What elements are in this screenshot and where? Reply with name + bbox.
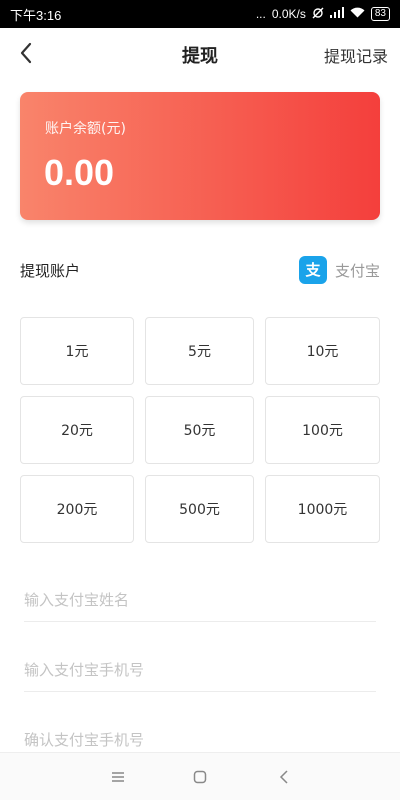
back-nav-button[interactable] <box>274 767 294 787</box>
alipay-label: 支付宝 <box>334 261 380 280</box>
system-nav-bar <box>0 752 400 800</box>
status-time: 下午3:16 <box>10 7 62 23</box>
home-icon <box>193 770 207 784</box>
alipay-phone-input[interactable] <box>24 652 376 688</box>
signal-icon <box>329 7 344 21</box>
withdraw-record-link[interactable]: 提现记录 <box>324 43 388 67</box>
balance-card: 账户余额(元) 0.00 <box>20 92 380 220</box>
amount-option[interactable]: 10元 <box>265 317 380 385</box>
status-dots: ... <box>255 7 266 21</box>
menu-icon <box>112 772 124 782</box>
battery-icon: 83 <box>370 7 390 21</box>
alipay-option[interactable]: 支 支付宝 <box>298 256 380 284</box>
alipay-name-input[interactable] <box>24 582 376 618</box>
amount-option[interactable]: 100元 <box>265 396 380 464</box>
alipay-name-field <box>24 582 376 622</box>
balance-label: 账户余额(元) <box>45 121 126 137</box>
status-icons: ... 0.0K/s 83 <box>256 7 390 22</box>
amount-option[interactable]: 50元 <box>145 396 254 464</box>
amount-option[interactable]: 200元 <box>20 475 134 543</box>
amount-grid: 1元 5元 10元 20元 50元 100元 200元 500元 1000元 <box>20 317 380 543</box>
amount-option[interactable]: 1000元 <box>265 475 380 543</box>
menu-button[interactable] <box>108 767 128 787</box>
status-bar: 下午3:16 ... 0.0K/s 83 <box>0 0 400 28</box>
withdraw-account-label: 提现账户 <box>20 261 81 280</box>
back-icon <box>279 770 288 784</box>
home-button[interactable] <box>190 767 210 787</box>
withdraw-account-row: 提现账户 支 支付宝 <box>20 252 380 288</box>
alipay-icon: 支 <box>298 256 327 284</box>
balance-value: 0.00 <box>44 152 115 193</box>
amount-option[interactable]: 20元 <box>20 396 134 464</box>
alipay-phone-field <box>24 652 376 692</box>
wifi-icon <box>350 7 365 21</box>
app-header: 提现 提现记录 <box>0 28 400 78</box>
amount-option[interactable]: 1元 <box>20 317 134 385</box>
svg-text:支: 支 <box>304 261 321 279</box>
amount-option[interactable]: 5元 <box>145 317 254 385</box>
network-speed: 0.0K/s <box>271 7 306 21</box>
alarm-off-icon <box>312 7 324 22</box>
amount-option[interactable]: 500元 <box>145 475 254 543</box>
